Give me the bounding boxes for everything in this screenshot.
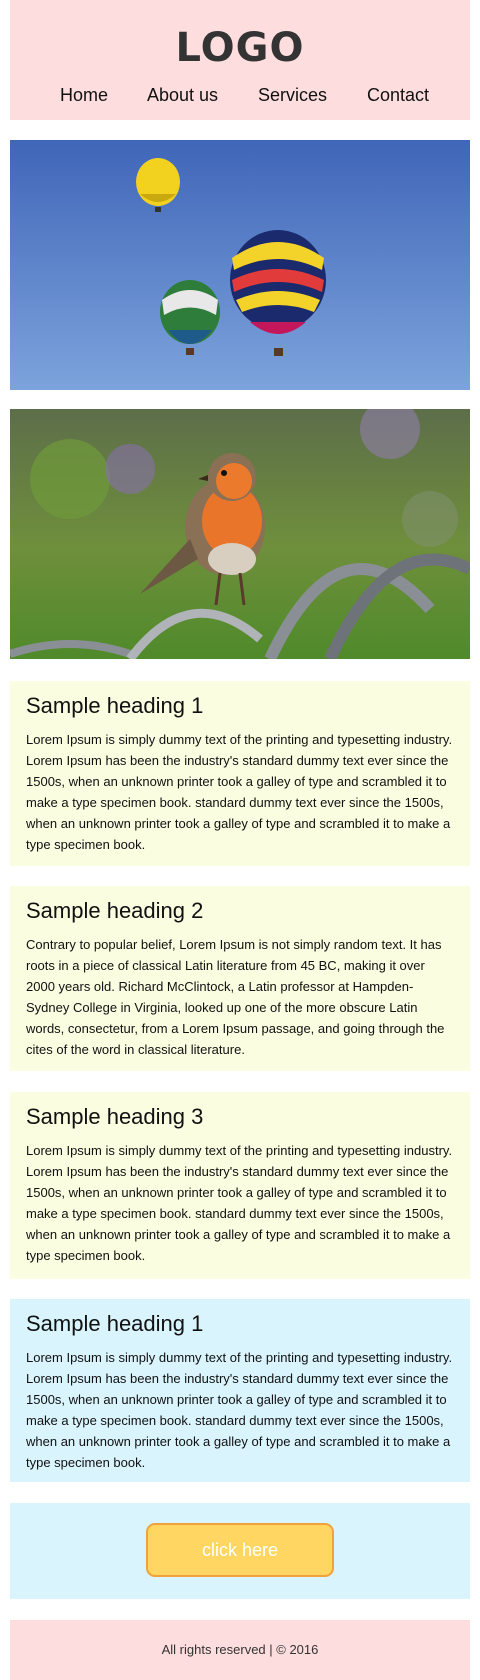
- footer: All rights reserved | © 2016: [10, 1620, 470, 1680]
- nav-about[interactable]: About us: [147, 82, 218, 108]
- content-card-4: Sample heading 1 Lorem Ipsum is simply d…: [10, 1299, 470, 1482]
- card-text: Lorem Ipsum is simply dummy text of the …: [26, 732, 453, 852]
- header: LOGO Home About us Services Contact: [10, 0, 470, 120]
- logo: LOGO: [175, 25, 305, 71]
- robin-bird-photo: [10, 409, 470, 659]
- content-card-3: Sample heading 3 Lorem Ipsum is simply d…: [10, 1092, 470, 1279]
- card-text: Lorem Ipsum is simply dummy text of the …: [26, 1350, 453, 1470]
- content-card-1: Sample heading 1 Lorem Ipsum is simply d…: [10, 681, 470, 866]
- card-heading: Sample heading 1: [26, 693, 204, 718]
- cta-section: click here: [10, 1503, 470, 1599]
- card-heading: Sample heading 1: [26, 1311, 204, 1336]
- card-heading: Sample heading 2: [26, 898, 204, 923]
- nav-contact[interactable]: Contact: [367, 82, 429, 108]
- nav-services[interactable]: Services: [258, 82, 327, 108]
- copyright-text: All rights reserved | © 2016: [161, 1642, 319, 1657]
- nav-home[interactable]: Home: [60, 82, 108, 108]
- card-text: Contrary to popular belief, Lorem Ipsum …: [26, 937, 445, 1057]
- card-heading: Sample heading 3: [26, 1104, 204, 1129]
- nav-bar: Home About us Services Contact: [10, 82, 470, 110]
- email-page: LOGO Home About us Services Contact Samp…: [0, 0, 480, 1680]
- hero-image-robin: [10, 409, 470, 659]
- click-here-button[interactable]: click here: [146, 1523, 334, 1577]
- card-text: Lorem Ipsum is simply dummy text of the …: [26, 1143, 453, 1263]
- hero-image-balloons: [10, 140, 470, 390]
- content-card-2: Sample heading 2 Contrary to popular bel…: [10, 886, 470, 1071]
- hot-air-balloons-photo: [10, 140, 470, 390]
